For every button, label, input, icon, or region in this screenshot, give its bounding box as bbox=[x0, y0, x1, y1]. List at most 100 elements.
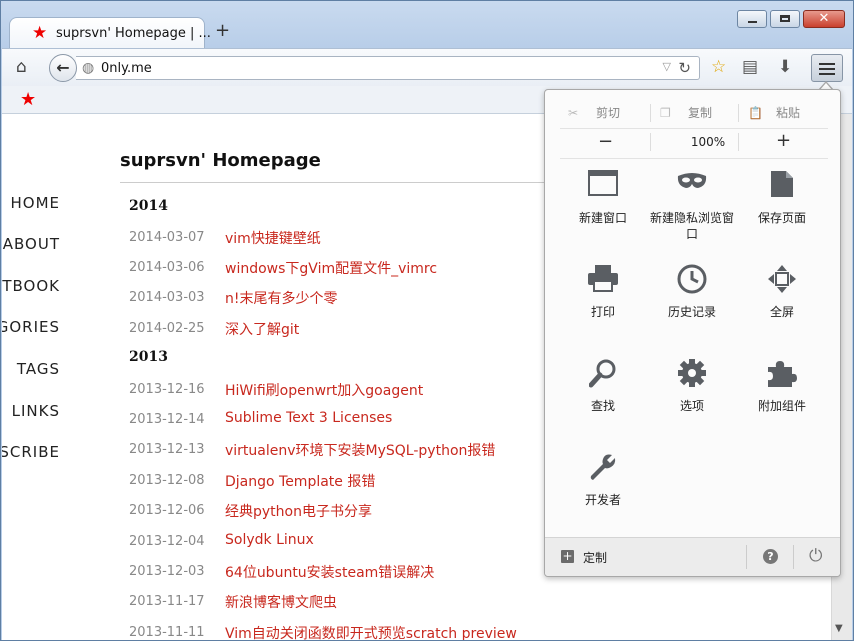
post-date: 2013-11-11 bbox=[129, 625, 205, 640]
magnifier-icon bbox=[558, 358, 648, 396]
post-link[interactable]: n!末尾有多少个零 bbox=[225, 288, 338, 308]
find-label: 查找 bbox=[590, 399, 615, 413]
zoom-in-button[interactable]: + bbox=[776, 130, 791, 151]
url-bar[interactable]: ◍ 0nly.me ▽ ↻ bbox=[76, 56, 700, 80]
post-date: 2013-12-08 bbox=[129, 473, 205, 488]
reload-icon[interactable]: ↻ bbox=[678, 59, 691, 77]
year-heading-2013: 2013 bbox=[129, 349, 168, 365]
addons-button[interactable]: 附加组件 bbox=[737, 358, 827, 414]
post-link[interactable]: HiWifi刷openwrt加入goagent bbox=[225, 380, 423, 400]
post-link[interactable]: Solydk Linux bbox=[225, 532, 314, 548]
customize-button[interactable]: 定制 bbox=[583, 549, 607, 566]
post-link[interactable]: 深入了解git bbox=[225, 319, 299, 339]
globe-icon: ◍ bbox=[82, 60, 95, 76]
close-icon: ✕ bbox=[818, 11, 830, 26]
navigation-toolbar: ⌂ ◍ 0nly.me ▽ ↻ ← ☆ ▤ ⬇ bbox=[2, 48, 852, 87]
copy-button[interactable]: ❐ 复制 bbox=[660, 104, 712, 121]
post-date: 2013-12-03 bbox=[129, 564, 205, 579]
wrench-icon bbox=[558, 452, 648, 490]
customize-plus-icon[interactable]: + bbox=[561, 550, 574, 563]
post-link[interactable]: Django Template 报错 bbox=[225, 471, 375, 491]
post-date: 2013-12-13 bbox=[129, 442, 205, 457]
zoom-reset-button[interactable]: 100% bbox=[678, 135, 738, 149]
post-link[interactable]: virtualenv环境下安装MySQL-python报错 bbox=[225, 440, 495, 460]
window-controls: ✕ bbox=[734, 10, 845, 28]
maximize-button[interactable] bbox=[770, 10, 800, 28]
footer-divider bbox=[793, 545, 794, 569]
url-dropdown-icon[interactable]: ▽ bbox=[663, 60, 671, 73]
edit-divider bbox=[738, 104, 739, 122]
options-label: 选项 bbox=[679, 399, 704, 413]
save-page-icon bbox=[737, 170, 827, 208]
fullscreen-button[interactable]: 全屏 bbox=[737, 264, 827, 320]
bookmark-favicon-star-icon[interactable]: ★ bbox=[20, 89, 36, 110]
addons-label: 附加组件 bbox=[757, 399, 806, 413]
tab-title: suprsvn' Homepage | ... bbox=[56, 26, 211, 41]
cut-button[interactable]: ✂ 剪切 bbox=[568, 104, 620, 121]
post-date: 2014-03-07 bbox=[129, 230, 205, 245]
nav-about[interactable]: ABOUT bbox=[3, 235, 60, 253]
private-mask-icon bbox=[647, 170, 737, 208]
clipboard-icon: 📋 bbox=[748, 106, 763, 120]
bookmark-star-icon[interactable]: ☆ bbox=[711, 57, 726, 77]
post-date: 2013-12-04 bbox=[129, 534, 205, 549]
edit-controls: ✂ 剪切 ❐ 复制 📋 粘贴 bbox=[560, 98, 828, 129]
nav-home[interactable]: HOME bbox=[10, 194, 60, 212]
tab-homepage[interactable]: ★ suprsvn' Homepage | ... bbox=[9, 17, 211, 49]
back-arrow-icon: ← bbox=[56, 58, 70, 77]
new-window-label: 新建窗口 bbox=[578, 211, 627, 225]
print-button[interactable]: 打印 bbox=[558, 264, 648, 320]
nav-links[interactable]: LINKS bbox=[12, 402, 60, 420]
post-date: 2013-12-06 bbox=[129, 503, 205, 518]
close-window-button[interactable]: ✕ bbox=[803, 10, 845, 28]
zoom-out-button[interactable]: − bbox=[598, 131, 613, 152]
scroll-down-arrow-icon[interactable]: ▼ bbox=[835, 623, 843, 634]
history-button[interactable]: 历史记录 bbox=[647, 264, 737, 320]
paste-label: 粘贴 bbox=[776, 106, 801, 120]
post-link[interactable]: 新浪博客博文爬虫 bbox=[225, 592, 337, 612]
post-link[interactable]: windows下gVim配置文件_vimrc bbox=[225, 258, 437, 278]
home-icon[interactable]: ⌂ bbox=[16, 57, 27, 77]
save-page-button[interactable]: 保存页面 bbox=[737, 170, 827, 226]
nav-guestbook[interactable]: TBOOK bbox=[2, 277, 60, 295]
new-private-window-button[interactable]: 新建隐私浏览窗口 bbox=[647, 170, 737, 242]
hamburger-line bbox=[819, 73, 835, 75]
page-title: suprsvn' Homepage bbox=[120, 150, 321, 171]
help-icon[interactable]: ? bbox=[763, 549, 778, 564]
post-link[interactable]: vim快捷键壁纸 bbox=[225, 228, 321, 248]
nav-categories[interactable]: GORIES bbox=[2, 318, 60, 336]
copy-label: 复制 bbox=[688, 106, 713, 120]
printer-icon bbox=[558, 264, 648, 302]
post-date: 2013-12-16 bbox=[129, 382, 205, 397]
nav-tags[interactable]: TAGS bbox=[17, 360, 60, 378]
bookmarks-menu-icon[interactable]: ▤ bbox=[742, 57, 758, 77]
post-link[interactable]: Sublime Text 3 Licenses bbox=[225, 410, 392, 426]
find-button[interactable]: 查找 bbox=[558, 358, 648, 414]
post-link[interactable]: 64位ubuntu安装steam错误解决 bbox=[225, 562, 434, 582]
post-date: 2014-02-25 bbox=[129, 321, 205, 336]
new-tab-button[interactable]: + bbox=[215, 21, 230, 41]
post-link[interactable]: Vim自动关闭函数即开式预览scratch preview bbox=[225, 623, 517, 640]
developer-button[interactable]: 开发者 bbox=[558, 452, 648, 508]
minimize-button[interactable] bbox=[737, 10, 767, 28]
paste-button[interactable]: 📋 粘贴 bbox=[748, 104, 800, 121]
back-button[interactable]: ← bbox=[49, 54, 77, 82]
post-link[interactable]: 经典python电子书分享 bbox=[225, 501, 372, 521]
post-date: 2014-03-06 bbox=[129, 260, 205, 275]
save-page-label: 保存页面 bbox=[757, 211, 806, 225]
edit-divider bbox=[650, 104, 651, 122]
zoom-divider bbox=[650, 133, 651, 151]
download-icon[interactable]: ⬇ bbox=[778, 57, 792, 77]
zoom-controls: − 100% + bbox=[560, 128, 828, 159]
maximize-icon bbox=[780, 15, 790, 22]
open-menu-button[interactable] bbox=[811, 54, 843, 82]
quit-power-icon[interactable]: ⏻ bbox=[809, 546, 822, 566]
options-button[interactable]: 选项 bbox=[647, 358, 737, 414]
scissors-icon: ✂ bbox=[568, 106, 579, 120]
new-window-button[interactable]: 新建窗口 bbox=[558, 170, 648, 226]
developer-label: 开发者 bbox=[584, 493, 621, 507]
gear-icon bbox=[647, 358, 737, 396]
url-text[interactable]: 0nly.me bbox=[101, 61, 152, 76]
post-date: 2013-11-17 bbox=[129, 594, 205, 609]
nav-subscribe[interactable]: SCRIBE bbox=[2, 443, 60, 461]
